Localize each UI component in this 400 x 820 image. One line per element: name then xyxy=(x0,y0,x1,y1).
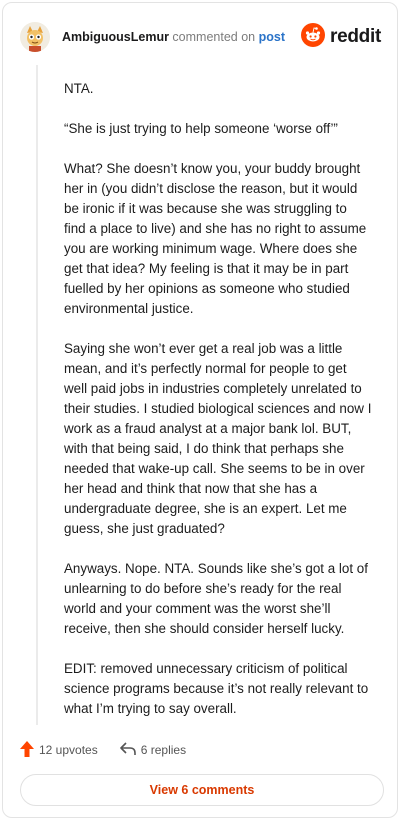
reply-arrow-icon xyxy=(119,741,136,759)
replies-button[interactable]: 6 replies xyxy=(119,741,187,759)
comment-paragraph: What? She doesn’t know you, your buddy b… xyxy=(64,161,367,316)
comment-body: NTA. “She is just trying to help someone… xyxy=(64,79,372,739)
reddit-brand[interactable]: reddit xyxy=(301,22,381,52)
username-link[interactable]: AmbiguousLemur xyxy=(62,30,169,44)
comment-header: AmbiguousLemur commented on post reddit xyxy=(20,19,381,55)
upvote-count: 12 upvotes xyxy=(39,743,98,757)
post-link[interactable]: post xyxy=(259,30,285,44)
comment-paragraph: Anyways. Nope. NTA. Sounds like she’s go… xyxy=(64,561,368,636)
comment-meta: AmbiguousLemur commented on post xyxy=(62,30,285,44)
upvote-button[interactable]: 12 upvotes xyxy=(20,740,98,760)
view-comments-button[interactable]: View 6 comments xyxy=(20,774,384,806)
thread-line[interactable] xyxy=(36,65,38,725)
comment-actions: 12 upvotes 6 replies xyxy=(20,739,208,761)
comment-paragraph: “She is just trying to help someone ‘wor… xyxy=(64,121,338,136)
reply-count: 6 replies xyxy=(140,743,187,757)
comment-paragraph: EDIT: removed unnecessary criticism of p… xyxy=(64,661,369,716)
upvote-arrow-icon xyxy=(20,740,34,760)
comment-paragraph: NTA. xyxy=(64,81,94,96)
comment-paragraph: Saying she won’t ever get a real job was… xyxy=(64,341,372,536)
reddit-wordmark: reddit xyxy=(330,26,381,47)
comment-card: AmbiguousLemur commented on post reddit xyxy=(2,2,398,818)
action-text: commented on xyxy=(168,30,259,44)
reddit-snoo-icon xyxy=(301,22,326,52)
lemur-avatar-icon[interactable] xyxy=(20,22,50,52)
